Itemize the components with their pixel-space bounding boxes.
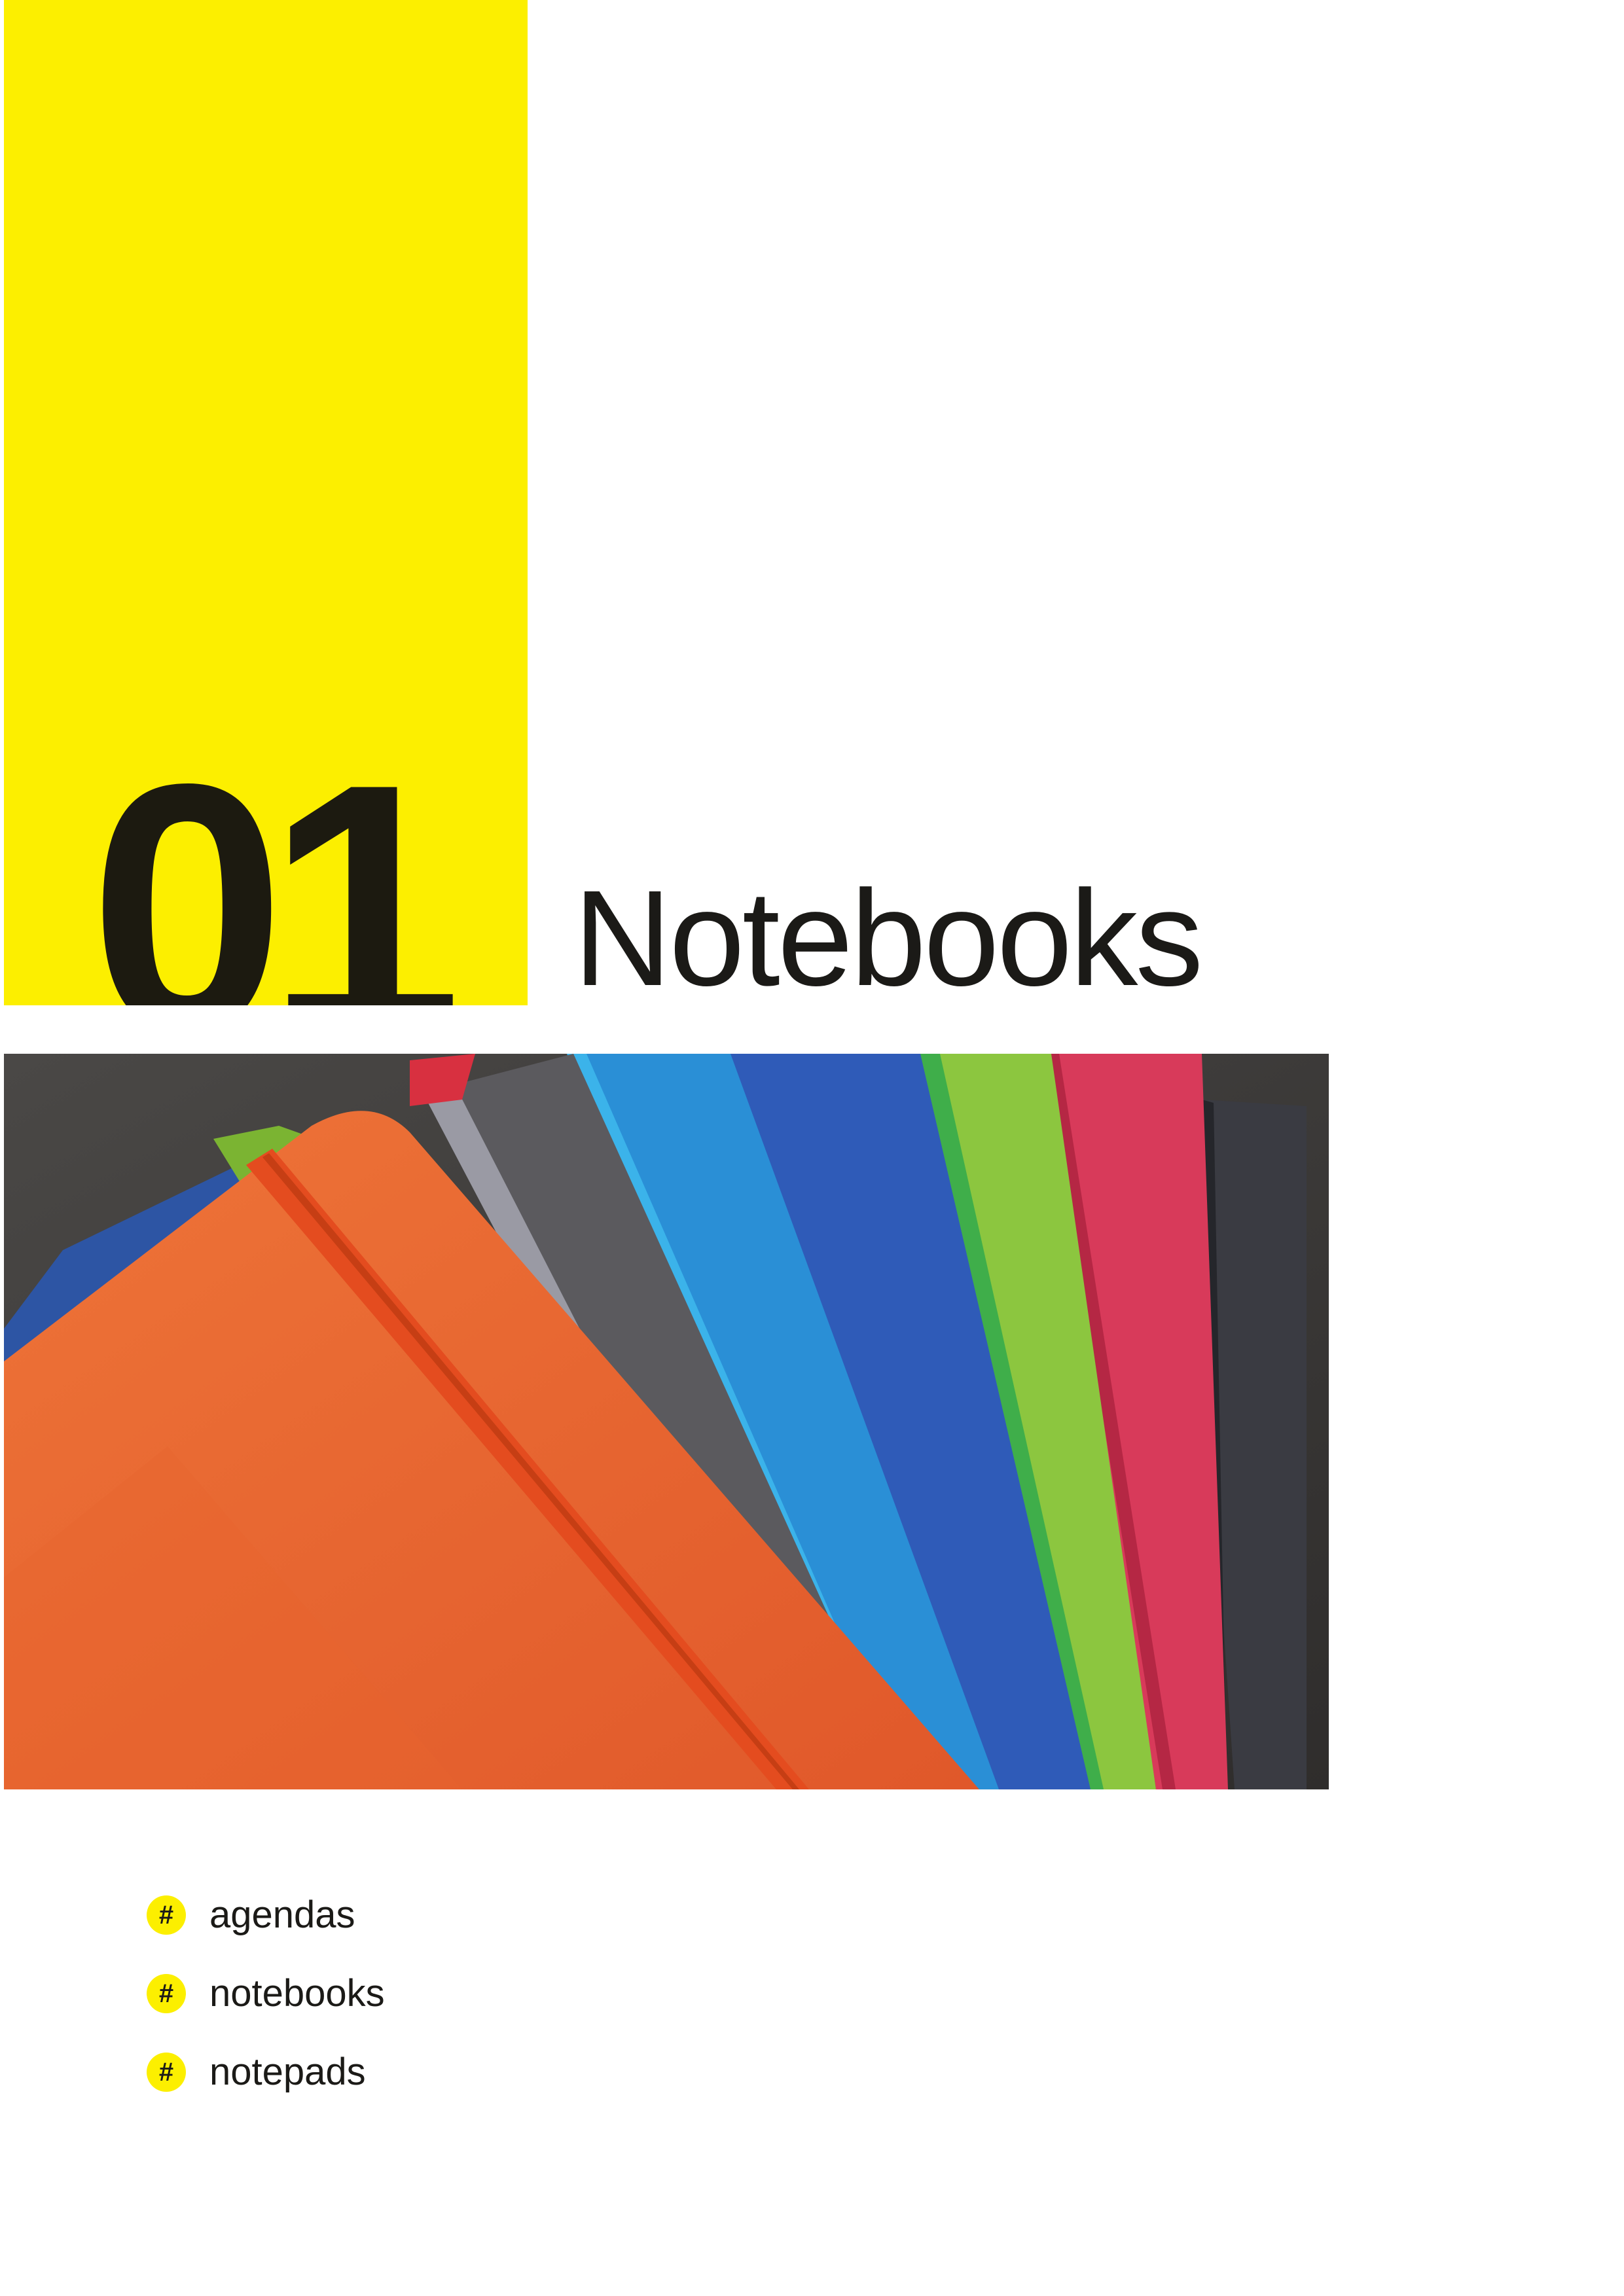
hashtag-icon: # <box>147 2053 186 2092</box>
section-accent-block: 01 <box>4 0 528 1005</box>
hashtag-icon: # <box>147 1895 186 1935</box>
list-item: # agendas <box>145 1876 385 1954</box>
svg-text:#: # <box>159 1901 173 1929</box>
svg-text:#: # <box>159 1979 173 2008</box>
section-number: 01 <box>89 711 463 1006</box>
list-item: # notebooks <box>145 1954 385 2033</box>
tag-label: agendas <box>209 1893 355 1936</box>
tag-label: notepads <box>209 2051 366 2093</box>
tag-label: notebooks <box>209 1972 385 2015</box>
svg-text:#: # <box>159 2058 173 2087</box>
hashtag-icon: # <box>147 1974 186 2013</box>
tag-list: # agendas # notebooks # notepads <box>145 1876 385 2111</box>
section-title: Notebooks <box>573 863 1203 1014</box>
list-item: # notepads <box>145 2033 385 2111</box>
notebooks-photo <box>4 1054 1329 1789</box>
